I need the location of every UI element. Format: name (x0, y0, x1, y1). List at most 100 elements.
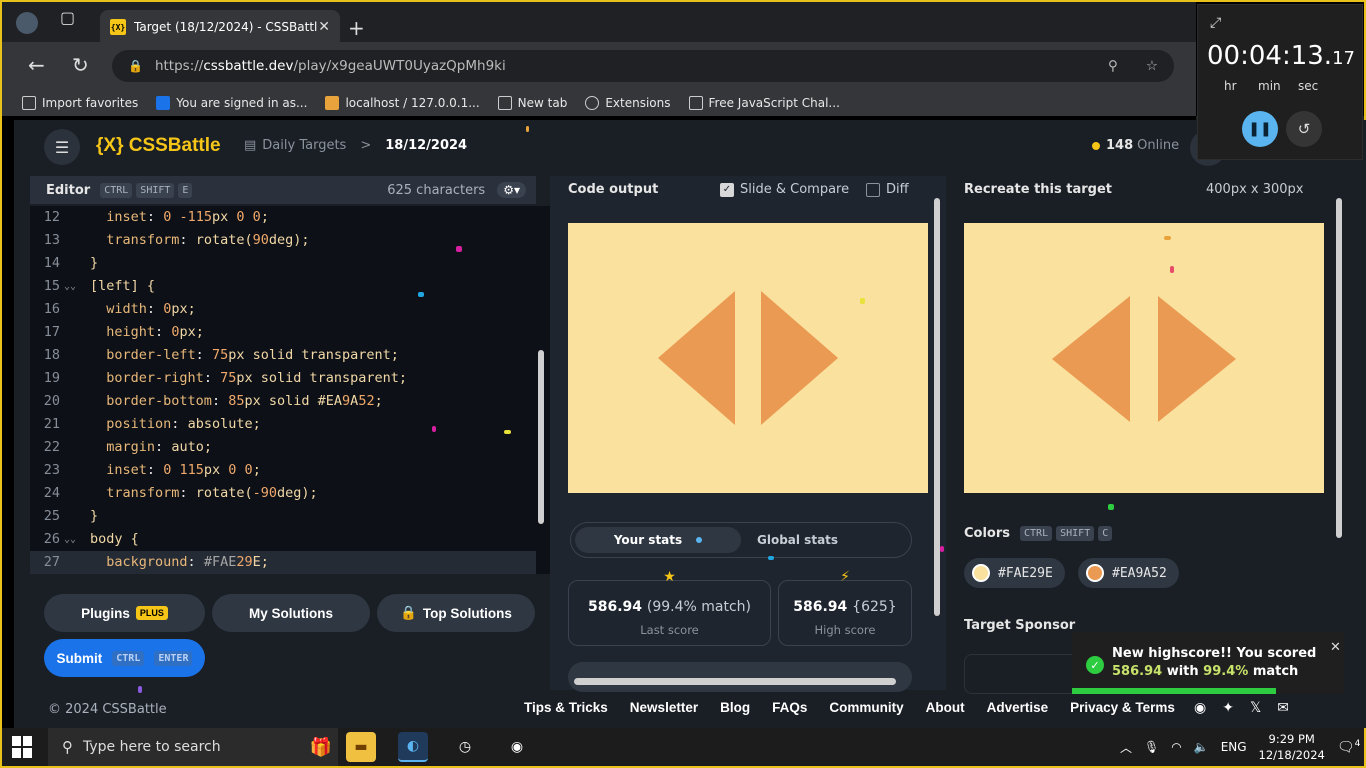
footer-link-faqs[interactable]: FAQs (772, 700, 807, 715)
footer-link-about[interactable]: About (926, 700, 965, 715)
star-icon: ★ (663, 569, 676, 585)
output-scroll-thumb[interactable] (934, 198, 940, 616)
code-line[interactable]: 22 margin: auto; (30, 436, 536, 459)
editor-scroll-thumb[interactable] (538, 350, 544, 524)
code-line[interactable]: 12 inset: 0 -115px 0 0; (30, 206, 536, 229)
code-line[interactable]: 14} (30, 252, 536, 275)
kbd-enter: ENTER (154, 650, 193, 666)
diff-toggle[interactable]: Diff (866, 182, 909, 197)
bookmark-extensions[interactable]: Extensions (585, 96, 671, 110)
online-dot-icon (1092, 141, 1100, 150)
fold-chevron-icon[interactable]: ⌄⌄ (64, 275, 76, 298)
target-scroll-thumb[interactable] (1336, 198, 1342, 538)
bookmark-import-favorites[interactable]: Import favorites (22, 96, 138, 110)
fold-chevron-icon[interactable]: ⌄⌄ (64, 528, 76, 551)
code-line[interactable]: 18 border-left: 75px solid transparent; (30, 344, 536, 367)
url-field[interactable]: 🔒 https://cssbattle.dev/play/x9geaUWT0Uy… (112, 50, 1174, 82)
microphone-icon[interactable]: 🎙 (1144, 740, 1159, 754)
plugins-button[interactable]: Plugins PLUS (44, 594, 205, 632)
volume-icon[interactable]: 🔈 (1194, 740, 1209, 754)
code-line[interactable]: 24 transform: rotate(-90deg); (30, 482, 536, 505)
taskbar-clock[interactable]: 9:29 PM 12/18/2024 (1259, 731, 1325, 763)
editor-settings-gear-icon[interactable]: ⚙▾ (497, 182, 526, 198)
code-line[interactable]: 15 ⌄⌄ [left] { (30, 275, 536, 298)
taskbar-search[interactable]: ⚲ Type here to search 🎁 (48, 728, 338, 766)
bookmark-signed-in[interactable]: You are signed in as... (156, 96, 307, 110)
footer-link-privacy[interactable]: Privacy & Terms (1070, 700, 1175, 715)
new-tab-icon[interactable]: + (348, 16, 365, 40)
tab-your-stats[interactable]: Your stats (575, 527, 741, 553)
submit-button[interactable]: Submit CTRL ENTER (44, 639, 205, 677)
code-line[interactable]: 17 height: 0px; (30, 321, 536, 344)
output-h-scroll-thumb[interactable] (574, 678, 896, 685)
language-indicator[interactable]: ENG (1221, 740, 1247, 754)
clock-app-icon[interactable]: ◷ (450, 732, 480, 762)
code-line[interactable]: 20 border-bottom: 85px solid #EA9A52; (30, 390, 536, 413)
cssbattle-favicon-icon: {X} (110, 19, 126, 35)
toast-close-icon[interactable]: ✕ (1330, 640, 1341, 655)
notifications-icon[interactable]: 🗨4 (1337, 739, 1361, 756)
profile-avatar[interactable] (16, 12, 38, 34)
windows-start-icon[interactable] (12, 736, 34, 758)
discord-icon[interactable]: ◉ (1194, 700, 1206, 716)
close-tab-icon[interactable]: ✕ (318, 19, 330, 35)
footer-link-community[interactable]: Community (829, 700, 903, 715)
color-dot (1086, 564, 1104, 582)
chevron-up-icon[interactable]: ︿ (1120, 739, 1132, 756)
reset-icon[interactable]: ↺ (1286, 111, 1322, 147)
hamburger-menu-icon[interactable]: ☰ (44, 129, 80, 165)
bookmark-free-javascript[interactable]: Free JavaScript Chal... (688, 96, 840, 110)
color-swatch-1[interactable]: #FAE29E (964, 558, 1065, 588)
edge-browser-icon[interactable]: ◐ (398, 732, 428, 762)
top-solutions-button[interactable]: 🔒 Top Solutions (377, 594, 535, 632)
file-explorer-icon[interactable]: ▬ (346, 732, 376, 762)
code-line[interactable]: 26 ⌄⌄ body { (30, 528, 536, 551)
code-line[interactable]: 23 inset: 0 115px 0 0; (30, 459, 536, 482)
bookmark-localhost[interactable]: localhost / 127.0.0.1... (325, 96, 480, 110)
recorder-app-icon[interactable]: ◉ (502, 732, 532, 762)
active-dot-icon (696, 537, 703, 543)
active-tab[interactable]: {X} Target (18/12/2024) - CSSBattle ✕ (100, 10, 340, 44)
wifi-icon[interactable]: ◠ (1171, 740, 1181, 754)
back-icon[interactable]: ← (28, 53, 45, 77)
line-text: [left] { (90, 278, 156, 294)
kbd-e: E (178, 182, 193, 198)
pause-icon[interactable]: ❚❚ (1242, 111, 1278, 147)
bluesky-icon[interactable]: ✦ (1222, 700, 1234, 716)
checkbox-empty-icon[interactable] (866, 182, 880, 197)
copyright: © 2024 CSSBattle (48, 702, 167, 717)
confetti (1108, 504, 1114, 510)
my-solutions-button[interactable]: My Solutions (212, 594, 370, 632)
code-line[interactable]: 25} (30, 505, 536, 528)
code-line[interactable]: 19 border-right: 75px solid transparent; (30, 367, 536, 390)
expand-icon[interactable]: ⤢ (1210, 15, 1221, 31)
cssbattle-logo[interactable]: {X} CSSBattle (96, 135, 221, 157)
slide-compare-toggle[interactable]: ✓ Slide & Compare (720, 182, 849, 197)
reload-icon[interactable]: ↻ (72, 53, 89, 77)
tab-global-stats[interactable]: Global stats (757, 533, 838, 547)
colors-header: Colors CTRL SHIFT C (964, 526, 1113, 541)
code-line[interactable]: 21 position: absolute; (30, 413, 536, 436)
target-preview[interactable] (964, 223, 1324, 493)
code-line[interactable]: 27 background: #FAE29E; (30, 551, 536, 574)
output-preview[interactable] (568, 223, 928, 493)
mail-icon[interactable]: ✉ (1277, 700, 1289, 716)
footer-link-advertise[interactable]: Advertise (987, 700, 1049, 715)
editor-title: Editor (46, 182, 91, 198)
zoom-icon[interactable]: ⚲ (1108, 58, 1118, 74)
checkbox-checked-icon[interactable]: ✓ (720, 182, 734, 197)
confetti (768, 556, 774, 560)
x-icon[interactable]: 𝕏 (1250, 700, 1261, 716)
favorite-star-icon[interactable]: ☆ (1146, 58, 1158, 74)
tab-actions-icon[interactable]: ▢ (60, 8, 75, 27)
code-line[interactable]: 16 width: 0px; (30, 298, 536, 321)
color-swatch-2[interactable]: #EA9A52 (1078, 558, 1179, 588)
footer-link-blog[interactable]: Blog (720, 700, 750, 715)
bookmark-new-tab[interactable]: New tab (497, 96, 567, 110)
footer-link-newsletter[interactable]: Newsletter (630, 700, 698, 715)
footer-link-tips[interactable]: Tips & Tricks (524, 700, 608, 715)
kbd-ctrl: CTRL (1020, 526, 1053, 541)
breadcrumb-daily-targets[interactable]: Daily Targets (262, 138, 346, 153)
line-text: width: 0px; (106, 301, 196, 317)
code-editor[interactable]: 12 inset: 0 -115px 0 0; 13 transform: rot… (30, 206, 550, 574)
